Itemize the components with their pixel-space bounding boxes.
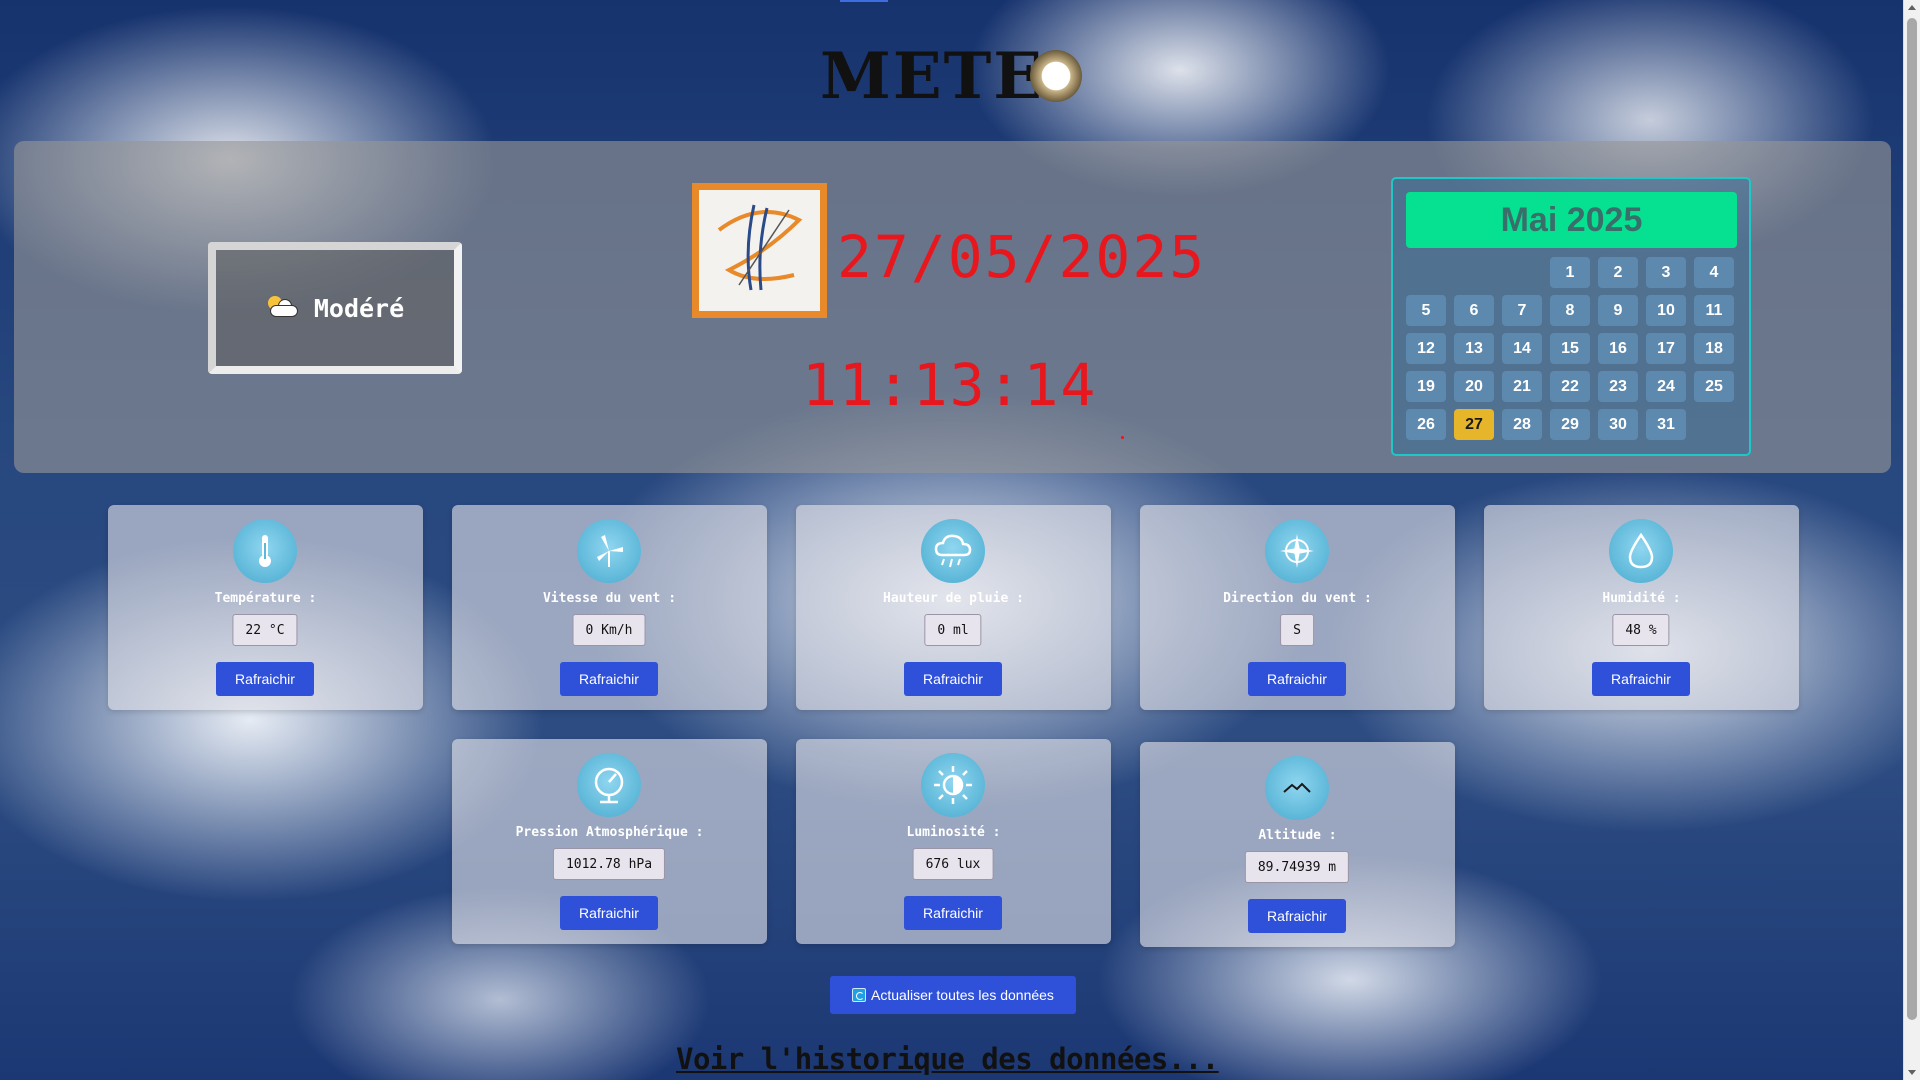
calendar-empty-cell (1406, 257, 1446, 288)
calendar-day[interactable]: 29 (1550, 409, 1590, 440)
current-date: 27/05/2025 (837, 223, 1207, 291)
title-o-ring-icon (1030, 50, 1082, 102)
calendar-day[interactable]: 9 (1598, 295, 1638, 326)
calendar-day[interactable]: 31 (1646, 409, 1686, 440)
history-link[interactable]: Voir l'historique des données... (676, 1042, 1219, 1076)
thermometer-icon (233, 519, 297, 583)
sensor-value: 22 °C (232, 614, 298, 646)
calendar-day[interactable]: 17 (1646, 333, 1686, 364)
scrollbar[interactable] (1903, 0, 1920, 1080)
sensor-value: 1012.78 hPa (552, 848, 666, 880)
refresh-button-wind-direction[interactable]: Rafraichir (1248, 662, 1346, 696)
gauge-icon (577, 753, 641, 817)
calendar-day[interactable]: 20 (1454, 371, 1494, 402)
sensor-label: Humidité : (1602, 591, 1681, 606)
sensor-card-pressure: Pression Atmosphérique : 1012.78 hPa Rafra… (452, 739, 767, 944)
calendar-day[interactable]: 16 (1598, 333, 1638, 364)
calendar-day[interactable]: 14 (1502, 333, 1542, 364)
sensor-card-humidity: Humidité : 48 % Rafraichir (1484, 505, 1799, 710)
sensor-card-wind-direction: Direction du vent : S Rafraichir (1140, 505, 1455, 710)
calendar-month-title: Mai 2025 (1406, 192, 1737, 248)
wind-turbine-icon (577, 519, 641, 583)
sensor-value: 0 Km/h (572, 614, 646, 646)
refresh-button-altitude[interactable]: Rafraichir (1248, 899, 1346, 933)
compass-icon (1265, 519, 1329, 583)
calendar-day[interactable]: 21 (1502, 371, 1542, 402)
cloud-sun-icon (266, 296, 300, 320)
sensor-label: Altitude : (1258, 828, 1337, 843)
calendar-widget: Mai 2025 1 2 3 4 5 6 7 8 9 10 11 12 13 14 15 16 17 18 19 20… (1391, 177, 1751, 456)
calendar-day[interactable]: 13 (1454, 333, 1494, 364)
sensor-card-altitude: Altitude : 89.74939 m Rafraichir (1140, 742, 1455, 947)
sensor-label: Température : (214, 591, 317, 606)
calendar-day[interactable]: 19 (1406, 371, 1446, 402)
refresh-icon (852, 988, 867, 1002)
refresh-button-rain[interactable]: Rafraichir (904, 662, 1002, 696)
calendar-day[interactable]: 4 (1694, 257, 1734, 288)
refresh-button-luminosity[interactable]: Rafraichir (904, 896, 1002, 930)
calendar-grid: 1 2 3 4 5 6 7 8 9 10 11 12 13 14 15 16 17 18 19 20 21 22 23 24 2… (1406, 257, 1742, 440)
sensor-label: Pression Atmosphérique : (515, 825, 704, 840)
clock-dot (1121, 436, 1124, 439)
calendar-day[interactable]: 28 (1502, 409, 1542, 440)
sensor-label: Direction du vent : (1223, 591, 1372, 606)
refresh-button-temperature[interactable]: Rafraichir (216, 662, 314, 696)
calendar-day[interactable]: 1 (1550, 257, 1590, 288)
sensor-card-wind-speed: Vitesse du vent : 0 Km/h Rafraichir (452, 505, 767, 710)
calendar-day[interactable]: 30 (1598, 409, 1638, 440)
sensor-label: Luminosité : (906, 825, 1001, 840)
calendar-day[interactable]: 5 (1406, 295, 1446, 326)
school-logo (692, 183, 827, 318)
refresh-all-button[interactable]: Actualiser toutes les données (830, 976, 1076, 1014)
current-time: 11:13:14 (802, 351, 1098, 419)
tab-indicator (840, 0, 888, 2)
calendar-day[interactable]: 18 (1694, 333, 1734, 364)
calendar-day[interactable]: 26 (1406, 409, 1446, 440)
refresh-button-wind-speed[interactable]: Rafraichir (560, 662, 658, 696)
scrollbar-thumb[interactable] (1907, 18, 1917, 1020)
sensor-card-temperature: Température : 22 °C Rafraichir (108, 505, 423, 710)
calendar-day[interactable]: 10 (1646, 295, 1686, 326)
refresh-button-pressure[interactable]: Rafraichir (560, 896, 658, 930)
scroll-down-arrow-icon[interactable] (1908, 1070, 1916, 1075)
calendar-day[interactable]: 11 (1694, 295, 1734, 326)
calendar-day[interactable]: 24 (1646, 371, 1686, 402)
refresh-button-humidity[interactable]: Rafraichir (1592, 662, 1690, 696)
calendar-day[interactable]: 7 (1502, 295, 1542, 326)
scroll-up-arrow-icon[interactable] (1908, 5, 1916, 10)
sensor-value: 0 ml (924, 614, 982, 646)
calendar-day[interactable]: 22 (1550, 371, 1590, 402)
refresh-all-label: Actualiser toutes les données (871, 987, 1054, 1003)
calendar-day[interactable]: 8 (1550, 295, 1590, 326)
site-title: METE (820, 39, 1045, 114)
water-drop-icon (1609, 519, 1673, 583)
calendar-empty-cell (1454, 257, 1494, 288)
calendar-day[interactable]: 23 (1598, 371, 1638, 402)
calendar-day[interactable]: 25 (1694, 371, 1734, 402)
sensor-card-luminosity: Luminosité : 676 lux Rafraichir (796, 739, 1111, 944)
rain-cloud-icon (921, 519, 985, 583)
calendar-day[interactable]: 12 (1406, 333, 1446, 364)
sensor-value: S (1280, 614, 1314, 646)
calendar-day[interactable]: 2 (1598, 257, 1638, 288)
calendar-day-today[interactable]: 27 (1454, 409, 1494, 440)
brightness-icon (921, 753, 985, 817)
sensor-card-rain: Hauteur de pluie : 0 ml Rafraichir (796, 505, 1111, 710)
weather-status-box: Modéré (208, 242, 462, 374)
calendar-day[interactable]: 15 (1550, 333, 1590, 364)
calendar-day[interactable]: 3 (1646, 257, 1686, 288)
sensor-value: 48 % (1612, 614, 1670, 646)
sensor-value: 676 lux (912, 848, 994, 880)
sensor-value: 89.74939 m (1244, 851, 1350, 883)
sensor-label: Hauteur de pluie : (883, 591, 1024, 606)
mountain-icon (1265, 756, 1329, 820)
calendar-day[interactable]: 6 (1454, 295, 1494, 326)
calendar-empty-cell (1502, 257, 1542, 288)
sensor-label: Vitesse du vent : (542, 591, 677, 606)
weather-status-label: Modéré (313, 293, 405, 323)
